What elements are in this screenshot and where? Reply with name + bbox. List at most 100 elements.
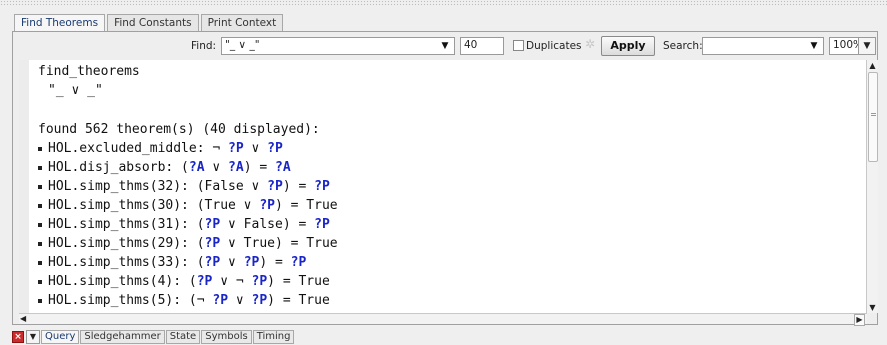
theorem-text: ∨ ¬ — [212, 274, 252, 289]
search-input[interactable]: ▼ — [702, 37, 824, 55]
theorem-variable: ?P — [314, 217, 330, 232]
zoom-dropdown-icon[interactable]: ▼ — [858, 37, 876, 55]
vertical-scrollbar[interactable]: ▲ ▼ — [866, 60, 878, 313]
theorem-item[interactable]: HOL.simp_thms(30): (True ∨ ?P) = True — [38, 198, 338, 213]
theorem-text: ∨ — [243, 141, 268, 156]
close-icon[interactable]: × — [12, 331, 24, 343]
chevron-down-icon[interactable]: ▼ — [807, 38, 821, 54]
query-toolbar: Find: "_ ∨ _" ▼ 40 Duplicates ✲ Apply Se… — [13, 32, 877, 58]
dock-tab-query[interactable]: Query — [41, 330, 80, 344]
theorem-name: HOL.simp_thms(33): — [48, 255, 189, 270]
scroll-down-icon[interactable]: ▼ — [867, 302, 878, 313]
theorem-variable: ?P — [196, 274, 213, 289]
dock-bar: × ▼ Query Sledgehammer State Symbols Tim… — [12, 330, 295, 344]
find-query-value: "_ ∨ _" — [225, 39, 260, 51]
theorem-item[interactable]: HOL.simp_thms(4): (?P ∨ ¬ ?P) = True — [38, 274, 330, 289]
theorem-item[interactable]: HOL.simp_thms(5): (¬ ?P ∨ ?P) = True — [38, 293, 330, 308]
theorem-variable: ?P — [259, 198, 275, 213]
window-border-dots — [0, 0, 887, 5]
scroll-left-icon[interactable]: ◀ — [20, 314, 26, 324]
theorem-text: ( — [188, 255, 205, 270]
theorem-item[interactable]: HOL.simp_thms(29): (?P ∨ True) = True — [38, 236, 338, 251]
theorem-variable: ?P — [204, 217, 221, 232]
theorem-item[interactable]: HOL.simp_thms(31): (?P ∨ False) = ?P — [38, 217, 330, 232]
output-summary: found 562 theorem(s) (40 displayed): — [38, 122, 320, 137]
theorem-text: ) = — [282, 179, 315, 194]
theorem-name: HOL.disj_absorb: — [48, 160, 174, 175]
theorem-item[interactable]: HOL.disj_absorb: (?A ∨ ?A) = ?A — [38, 160, 291, 175]
duplicates-checkbox[interactable] — [513, 40, 524, 51]
theorem-text: ( — [188, 217, 205, 232]
theorem-variable: ?P — [267, 141, 283, 156]
top-tab-bar: Find Theorems Find Constants Print Conte… — [14, 14, 285, 31]
theorem-variable: ?P — [204, 236, 221, 251]
theorem-text: ∨ — [204, 160, 229, 175]
scroll-up-icon[interactable]: ▲ — [867, 60, 878, 71]
dock-tab-state[interactable]: State — [165, 330, 201, 344]
theorem-variable: ?P — [314, 179, 330, 194]
find-query-input[interactable]: "_ ∨ _" ▼ — [221, 37, 455, 55]
spinner-icon: ✲ — [585, 37, 596, 51]
limit-input[interactable]: 40 — [460, 37, 504, 55]
theorem-variable: ?A — [228, 160, 244, 175]
theorem-variable: ?A — [275, 160, 291, 175]
theorem-name: HOL.simp_thms(32): — [48, 179, 189, 194]
dock-tab-sledgehammer[interactable]: Sledgehammer — [80, 330, 165, 344]
theorem-text: ( — [173, 160, 189, 175]
bullet-icon — [38, 146, 42, 151]
output-query: "_ ∨ _" — [48, 83, 103, 98]
dock-tab-timing[interactable]: Timing — [252, 330, 295, 344]
bullet-icon — [38, 298, 42, 303]
find-theorems-panel: Find: "_ ∨ _" ▼ 40 Duplicates ✲ Apply Se… — [12, 31, 878, 326]
output-header: find_theorems — [38, 64, 140, 79]
scroll-right-icon[interactable]: ▶ — [854, 314, 865, 326]
chevron-down-icon[interactable]: ▼ — [26, 330, 40, 344]
theorem-variable: ?P — [251, 293, 268, 308]
chevron-down-icon[interactable]: ▼ — [438, 38, 452, 54]
theorem-item[interactable]: HOL.excluded_middle: ¬ ?P ∨ ?P — [38, 141, 283, 156]
theorem-text: ) = True — [267, 293, 330, 308]
theorem-text: (False ∨ — [188, 179, 268, 194]
tab-print-context[interactable]: Print Context — [200, 14, 284, 31]
theorem-text: ∨ False) = — [220, 217, 315, 232]
bullet-icon — [38, 241, 42, 246]
theorem-item[interactable]: HOL.simp_thms(32): (False ∨ ?P) = ?P — [38, 179, 330, 194]
bullet-icon — [38, 165, 42, 170]
scrollbar-thumb[interactable] — [868, 72, 878, 162]
theorem-text: ∨ — [228, 293, 252, 308]
theorem-variable: ?P — [204, 255, 221, 270]
tab-find-theorems[interactable]: Find Theorems — [14, 14, 106, 31]
theorem-variable: ?P — [290, 255, 307, 270]
theorem-text: (True ∨ — [188, 198, 260, 213]
tab-find-constants[interactable]: Find Constants — [107, 14, 199, 31]
theorem-item[interactable]: HOL.simp_thms(33): (?P ∨ ?P) = ?P — [38, 255, 306, 270]
theorem-variable: ?P — [243, 255, 260, 270]
theorem-variable: ?A — [188, 160, 205, 175]
apply-button[interactable]: Apply — [601, 36, 655, 56]
theorem-text: ) = True — [275, 198, 338, 213]
theorem-name: HOL.simp_thms(31): — [48, 217, 189, 232]
horizontal-scrollbar[interactable]: ◀ ▶ — [19, 313, 867, 326]
theorem-text: ( — [188, 236, 205, 251]
theorem-variable: ?P — [212, 293, 229, 308]
theorem-variable: ?P — [251, 274, 268, 289]
theorem-text: ) = — [259, 255, 291, 270]
output-area[interactable]: find_theorems "_ ∨ _" found 562 theorem(… — [19, 60, 877, 313]
dock-tab-symbols[interactable]: Symbols — [201, 330, 252, 344]
theorem-name: HOL.simp_thms(5): — [48, 293, 182, 308]
bullet-icon — [38, 222, 42, 227]
theorem-text: (¬ — [181, 293, 213, 308]
bullet-icon — [38, 279, 42, 284]
find-label: Find: — [191, 40, 217, 52]
theorem-name: HOL.excluded_middle: — [48, 141, 205, 156]
theorem-variable: ?P — [267, 179, 283, 194]
theorem-text: ) = True — [267, 274, 330, 289]
theorem-name: HOL.simp_thms(30): — [48, 198, 189, 213]
theorem-variable: ?P — [228, 141, 244, 156]
theorem-text: ( — [181, 274, 197, 289]
theorem-text: ¬ — [204, 141, 229, 156]
bullet-icon — [38, 260, 42, 265]
theorem-text: ∨ — [220, 255, 244, 270]
theorem-name: HOL.simp_thms(29): — [48, 236, 189, 251]
bullet-icon — [38, 203, 42, 208]
